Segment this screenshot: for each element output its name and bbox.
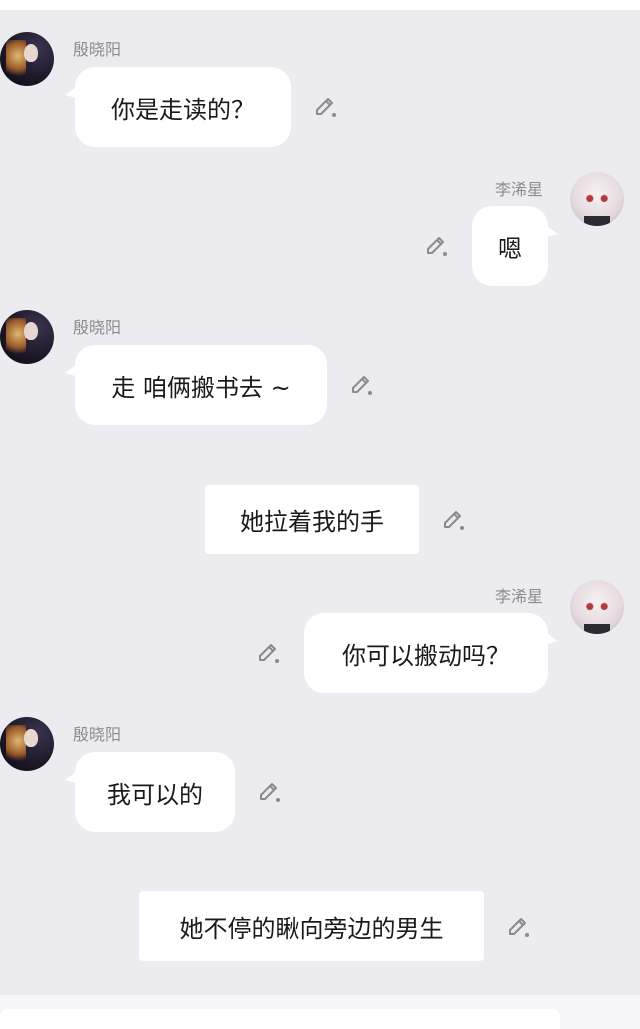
message-bubble[interactable]: 你可以搬动吗？ xyxy=(304,613,558,693)
edit-pencil-icon[interactable] xyxy=(257,779,283,805)
message-bubble[interactable]: 我可以的 xyxy=(65,752,235,832)
edit-pencil-icon[interactable] xyxy=(441,507,467,533)
bottom-bar xyxy=(0,995,640,1029)
sender-name: 李浠星 xyxy=(495,587,544,606)
avatar-yin-xiaoyang[interactable] xyxy=(0,32,54,86)
avatar-yin-xiaoyang[interactable] xyxy=(0,310,54,364)
narration-box[interactable]: 她不停的瞅向旁边的男生 xyxy=(139,891,484,961)
message-bubble[interactable]: 走 咱俩搬书去 ~ xyxy=(65,345,327,425)
chat-area[interactable]: 殷晓阳 你是走读的？ 李浠星 嗯 殷晓阳 走 咱俩搬书去 ~ 她拉着我的手 李浠… xyxy=(0,10,640,995)
edit-pencil-icon[interactable] xyxy=(506,914,532,940)
message-text: 你可以搬动吗？ xyxy=(342,641,510,670)
avatar-li-xixing[interactable] xyxy=(570,172,624,226)
edit-pencil-icon[interactable] xyxy=(349,372,375,398)
message-input-area[interactable] xyxy=(0,1009,560,1029)
message-text: 我可以的 xyxy=(107,780,203,809)
sender-name: 殷晓阳 xyxy=(73,725,122,744)
sender-name: 殷晓阳 xyxy=(73,40,122,59)
edit-pencil-icon[interactable] xyxy=(313,94,339,120)
narration-text: 她拉着我的手 xyxy=(240,508,384,536)
narration-box[interactable]: 她拉着我的手 xyxy=(205,485,419,554)
message-text: 嗯 xyxy=(498,234,522,263)
edit-pencil-icon[interactable] xyxy=(256,640,282,666)
sender-name: 李浠星 xyxy=(495,180,544,199)
narration-text: 她不停的瞅向旁边的男生 xyxy=(179,914,444,943)
top-strip xyxy=(0,0,640,10)
message-text: 你是走读的？ xyxy=(111,95,255,124)
avatar-li-xixing[interactable] xyxy=(570,580,624,634)
message-bubble[interactable]: 嗯 xyxy=(472,206,558,286)
message-bubble[interactable]: 你是走读的？ xyxy=(65,67,291,147)
message-text: 走 咱俩搬书去 ~ xyxy=(111,373,291,402)
sender-name: 殷晓阳 xyxy=(73,318,122,337)
avatar-yin-xiaoyang[interactable] xyxy=(0,717,54,771)
edit-pencil-icon[interactable] xyxy=(424,233,450,259)
